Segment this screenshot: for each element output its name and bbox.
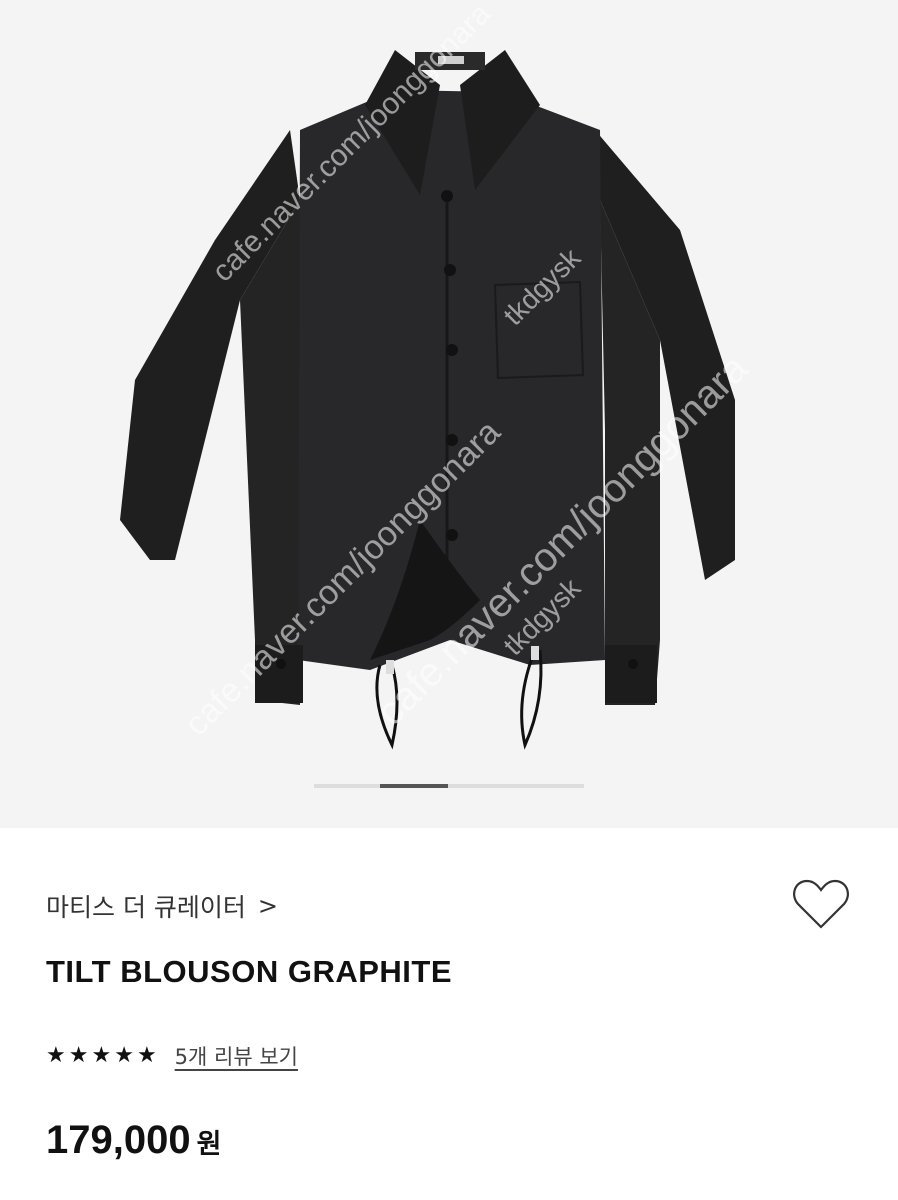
review-link[interactable]: 5개 리뷰 보기 [175, 1041, 298, 1071]
star-rating: ★ ★ ★ ★ ★ [46, 1045, 157, 1067]
brand-link[interactable]: 마티스 더 큐레이터 > [46, 888, 278, 924]
star-icon: ★ [114, 1043, 134, 1068]
brand-name: 마티스 더 큐레이터 [46, 893, 246, 922]
product-photo [120, 50, 735, 750]
star-icon: ★ [68, 1043, 89, 1068]
price: 179,000 [46, 1118, 191, 1162]
currency: 원 [196, 1129, 222, 1160]
star-icon: ★ [91, 1043, 112, 1068]
price-row: 179,000 원 [46, 1118, 221, 1163]
product-image-carousel[interactable]: cafe.naver.com/joonggonara tkdgysk cafe.… [0, 0, 898, 828]
star-icon: ★ [136, 1043, 157, 1068]
carousel-indicator-active [380, 784, 448, 788]
chevron-right-icon: > [257, 892, 279, 920]
product-title: TILT BLOUSON GRAPHITE [46, 954, 453, 989]
heart-outline-icon[interactable] [792, 878, 850, 930]
star-icon: ★ [46, 1043, 66, 1068]
rating-row: ★ ★ ★ ★ ★ 5개 리뷰 보기 [46, 1041, 298, 1071]
carousel-indicator[interactable] [314, 784, 584, 788]
product-info: 마티스 더 큐레이터 > TILT BLOUSON GRAPHITE ★ ★ ★… [0, 828, 898, 1200]
